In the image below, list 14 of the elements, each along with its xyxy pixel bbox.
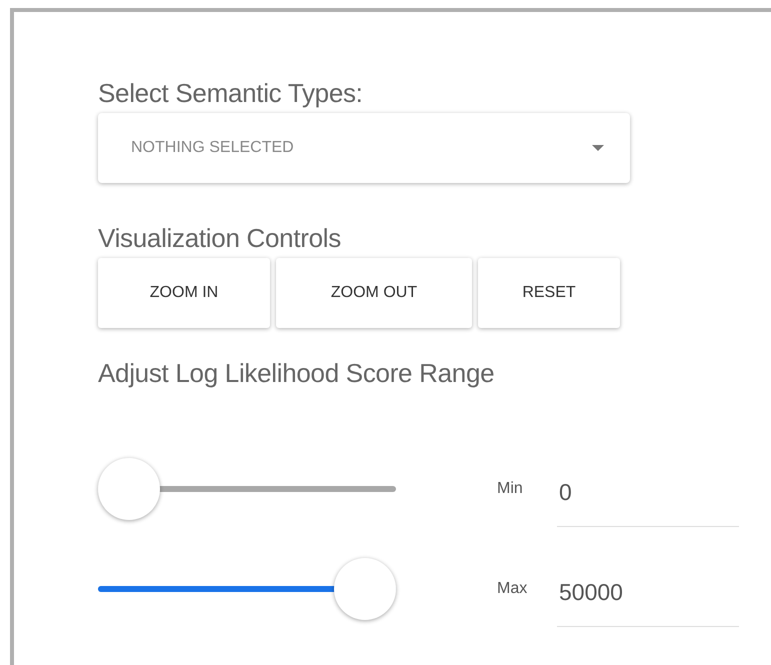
semantic-types-dropdown[interactable]: NOTHING SELECTED [98, 113, 630, 183]
control-button[interactable]: ZOOM IN [98, 258, 270, 328]
section-heading: Select Semantic Types: [98, 78, 364, 109]
range-slider[interactable] [98, 558, 396, 620]
caret-icon [592, 145, 604, 151]
field-label: Max [497, 580, 528, 598]
field-label: Min [497, 480, 524, 498]
slider-thumb[interactable] [98, 458, 160, 520]
section-heading: Adjust Log Likelihood Score Range [98, 358, 496, 389]
slider-thumb[interactable] [334, 558, 396, 620]
section-heading: Visualization Controls [98, 223, 342, 254]
control-button[interactable]: RESET [478, 258, 620, 328]
range-slider[interactable] [98, 458, 396, 520]
control-button[interactable]: ZOOM OUT [276, 258, 472, 328]
